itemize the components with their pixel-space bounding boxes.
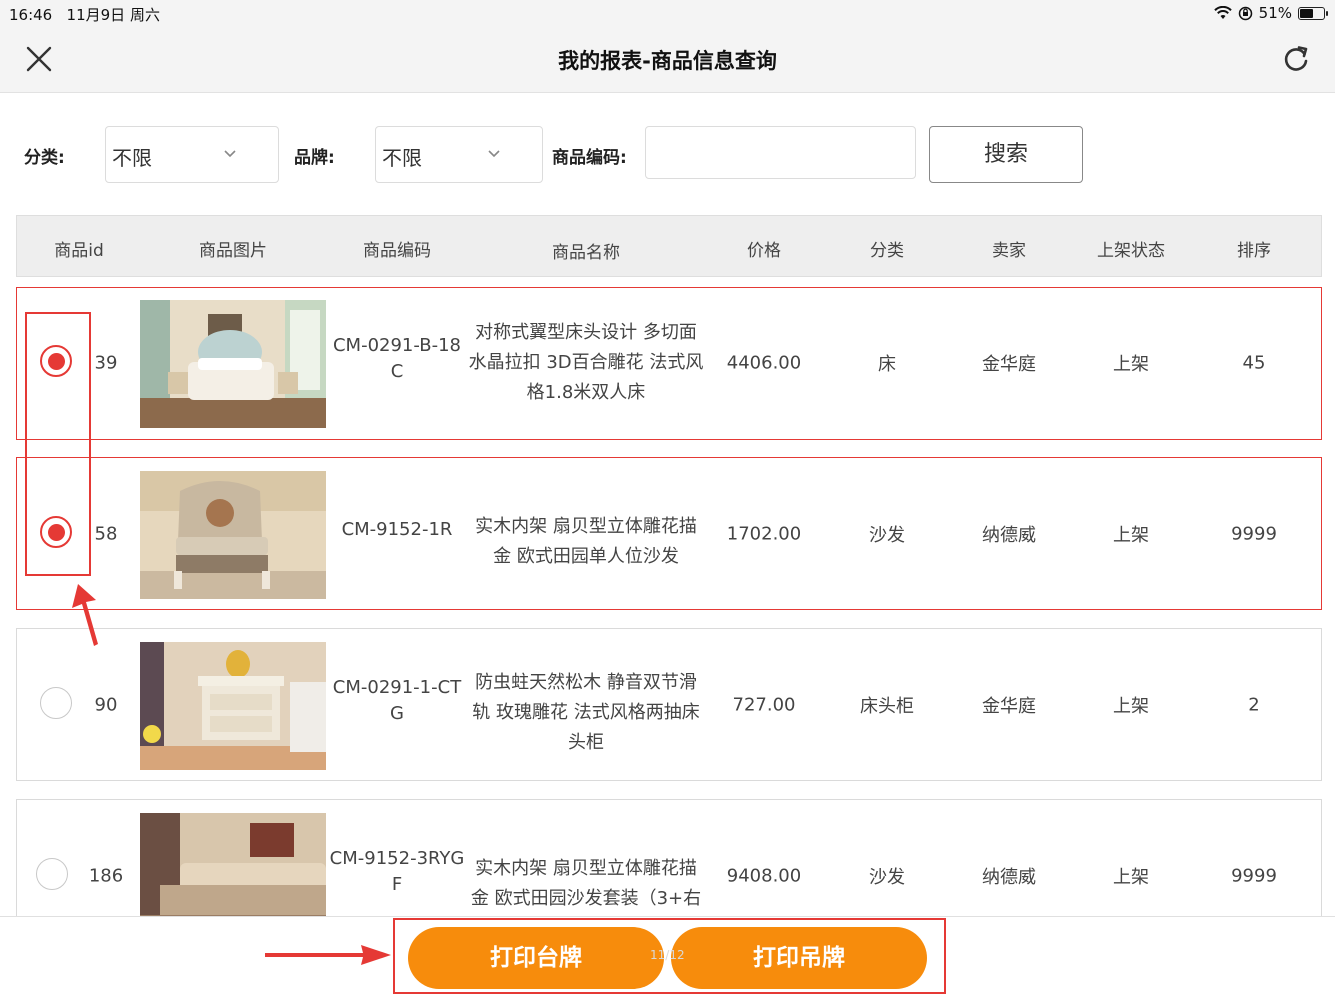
column-header-name: 商品名称 [552,243,620,263]
brand-select[interactable]: 不限 [375,126,543,183]
column-header-status: 上架状态 [1097,241,1165,261]
top-bar: 16:46 11月9日 周六 51% 我的报表-商品信息查询 [0,0,1335,93]
column-header-code: 商品编码 [363,241,431,261]
product-code: CM-0291-1-CTG [332,677,462,724]
category-label: 分类: [24,148,65,168]
status-bar: 16:46 11月9日 周六 51% [0,0,1335,26]
table-row[interactable]: 90 CM-0291-1-CTG 防虫蛀天然松木 静音双节滑轨 玫瑰雕花 法式风… [16,628,1322,781]
brand-label: 品牌: [294,148,335,168]
category-select-value: 不限 [112,146,152,170]
product-sort: 9999 [1231,523,1277,545]
product-sort: 9999 [1231,865,1277,887]
product-image [140,300,326,428]
chevron-down-icon [224,150,236,158]
product-seller: 金华庭 [982,696,1036,717]
status-right: 51% [1213,4,1328,22]
status-time: 16:46 11月9日 周六 [9,6,160,24]
product-seller: 纳德威 [982,867,1036,888]
product-id: 90 [94,694,118,716]
product-name: 实木内架 扇贝型立体雕花描金 欧式田园单人位沙发 [475,516,697,567]
column-header-id: 商品id [54,241,104,261]
row-select-radio[interactable] [36,858,68,890]
product-image [140,471,326,599]
product-id: 186 [88,865,124,887]
product-name: 实木内架 扇贝型立体雕花描金 欧式田园沙发套装（3+右 [470,858,702,909]
product-code: CM-9152-3RYGF [329,848,465,895]
product-category: 沙发 [869,867,905,888]
product-id: 39 [94,352,118,374]
product-sort: 45 [1242,352,1266,374]
annotation-arrow-up-icon [72,584,98,646]
column-header-price: 价格 [747,241,781,261]
refresh-icon[interactable] [1280,43,1312,75]
product-code: CM-0291-B-18C [332,335,461,382]
brand-select-value: 不限 [382,146,422,170]
battery-text: 51% [1258,4,1292,22]
product-code: CM-9152-1R [341,519,453,540]
product-price: 727.00 [732,694,796,716]
chevron-down-icon [488,150,500,158]
product-code-input[interactable] [645,126,916,179]
annotation-arrow-right-icon [265,945,391,965]
product-status: 上架 [1113,525,1149,546]
column-header-sort: 排序 [1237,241,1271,261]
page-title: 我的报表-商品信息查询 [558,49,777,73]
product-status: 上架 [1113,354,1149,375]
product-status: 上架 [1113,696,1149,717]
product-sort: 2 [1248,694,1260,716]
column-header-seller: 卖家 [992,241,1026,261]
product-seller: 金华庭 [982,354,1036,375]
column-header-category: 分类 [870,241,904,261]
product-seller: 纳德威 [982,525,1036,546]
row-select-radio[interactable] [40,687,72,719]
table-row[interactable]: 39 CM-0291-B-18C 对称式翼型床头设计 多切面水晶拉扣 3D百合雕… [16,287,1322,440]
table-row[interactable]: 58 CM-9152-1R 实木内架 扇贝型立体雕花描金 欧式田园单人位沙发 1… [16,457,1322,610]
annotation-buttons-highlight [393,918,946,994]
code-label: 商品编码: [552,148,627,168]
product-id: 58 [94,523,118,545]
product-category: 床头柜 [860,696,914,717]
search-button[interactable]: 搜索 [929,126,1083,183]
product-price: 1702.00 [726,523,802,545]
table-header: 商品id 商品图片 商品编码 商品名称 价格 分类 卖家 上架状态 排序 [16,215,1322,277]
annotation-radio-highlight [25,312,91,576]
product-name: 防虫蛀天然松木 静音双节滑轨 玫瑰雕花 法式风格两抽床头柜 [472,672,700,753]
product-name: 对称式翼型床头设计 多切面水晶拉扣 3D百合雕花 法式风格1.8米双人床 [468,322,704,403]
column-header-image: 商品图片 [199,241,267,261]
category-select[interactable]: 不限 [105,126,279,183]
product-status: 上架 [1113,867,1149,888]
orientation-lock-icon [1238,6,1252,20]
battery-icon [1298,6,1328,20]
wifi-icon [1213,6,1232,19]
product-price: 4406.00 [726,352,802,374]
product-image [140,642,326,770]
product-category: 沙发 [869,525,905,546]
product-category: 床 [878,354,896,375]
product-price: 9408.00 [726,865,802,887]
